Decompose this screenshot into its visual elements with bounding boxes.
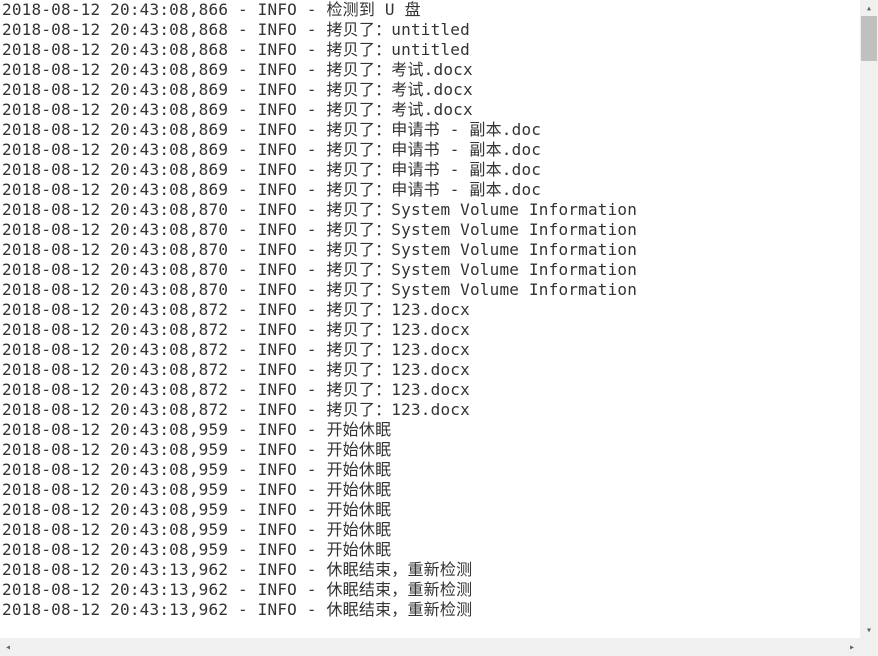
- log-line: 2018-08-12 20:43:08,959 - INFO - 开始休眠: [2, 460, 860, 480]
- log-line: 2018-08-12 20:43:08,872 - INFO - 拷贝了：123…: [2, 360, 860, 380]
- log-line: 2018-08-12 20:43:08,959 - INFO - 开始休眠: [2, 520, 860, 540]
- log-line: 2018-08-12 20:43:13,962 - INFO - 休眠结束，重新…: [2, 600, 860, 620]
- log-line: 2018-08-12 20:43:08,870 - INFO - 拷贝了：Sys…: [2, 280, 860, 300]
- log-line: 2018-08-12 20:43:08,872 - INFO - 拷贝了：123…: [2, 300, 860, 320]
- log-line: 2018-08-12 20:43:08,872 - INFO - 拷贝了：123…: [2, 380, 860, 400]
- log-line: 2018-08-12 20:43:13,962 - INFO - 休眠结束，重新…: [2, 560, 860, 580]
- log-line: 2018-08-12 20:43:13,962 - INFO - 休眠结束，重新…: [2, 580, 860, 600]
- scroll-down-arrow-icon[interactable]: ▾: [860, 622, 878, 638]
- log-line: 2018-08-12 20:43:08,870 - INFO - 拷贝了：Sys…: [2, 240, 860, 260]
- vertical-scrollbar-thumb[interactable]: [861, 16, 877, 61]
- log-line: 2018-08-12 20:43:08,959 - INFO - 开始休眠: [2, 440, 860, 460]
- log-line: 2018-08-12 20:43:08,869 - INFO - 拷贝了：申请书…: [2, 120, 860, 140]
- scrollbar-corner: [860, 638, 878, 656]
- log-line: 2018-08-12 20:43:08,872 - INFO - 拷贝了：123…: [2, 400, 860, 420]
- log-line: 2018-08-12 20:43:08,872 - INFO - 拷贝了：123…: [2, 340, 860, 360]
- log-line: 2018-08-12 20:43:08,869 - INFO - 拷贝了：申请书…: [2, 180, 860, 200]
- scroll-right-arrow-icon[interactable]: ▸: [844, 638, 860, 656]
- log-line: 2018-08-12 20:43:08,870 - INFO - 拷贝了：Sys…: [2, 260, 860, 280]
- log-lines-container: 2018-08-12 20:43:08,866 - INFO - 检测到 U 盘…: [2, 0, 860, 620]
- scroll-up-arrow-icon[interactable]: ▴: [860, 0, 878, 16]
- log-line: 2018-08-12 20:43:08,870 - INFO - 拷贝了：Sys…: [2, 220, 860, 240]
- log-line: 2018-08-12 20:43:08,959 - INFO - 开始休眠: [2, 500, 860, 520]
- log-output-area: 2018-08-12 20:43:08,866 - INFO - 检测到 U 盘…: [2, 0, 860, 636]
- log-line: 2018-08-12 20:43:08,959 - INFO - 开始休眠: [2, 420, 860, 440]
- log-line: 2018-08-12 20:43:08,869 - INFO - 拷贝了：申请书…: [2, 140, 860, 160]
- vertical-scrollbar[interactable]: ▴ ▾: [860, 0, 878, 638]
- log-line: 2018-08-12 20:43:08,869 - INFO - 拷贝了：考试.…: [2, 60, 860, 80]
- log-line: 2018-08-12 20:43:08,869 - INFO - 拷贝了：考试.…: [2, 100, 860, 120]
- log-line: 2018-08-12 20:43:08,868 - INFO - 拷贝了：unt…: [2, 20, 860, 40]
- horizontal-scrollbar[interactable]: ◂ ▸: [0, 638, 860, 656]
- log-line: 2018-08-12 20:43:08,959 - INFO - 开始休眠: [2, 540, 860, 560]
- log-line: 2018-08-12 20:43:08,868 - INFO - 拷贝了：unt…: [2, 40, 860, 60]
- scroll-left-arrow-icon[interactable]: ◂: [0, 638, 16, 656]
- log-line: 2018-08-12 20:43:08,959 - INFO - 开始休眠: [2, 480, 860, 500]
- log-line: 2018-08-12 20:43:08,869 - INFO - 拷贝了：考试.…: [2, 80, 860, 100]
- log-line: 2018-08-12 20:43:08,866 - INFO - 检测到 U 盘: [2, 0, 860, 20]
- log-line: 2018-08-12 20:43:08,869 - INFO - 拷贝了：申请书…: [2, 160, 860, 180]
- log-line: 2018-08-12 20:43:08,872 - INFO - 拷贝了：123…: [2, 320, 860, 340]
- log-line: 2018-08-12 20:43:08,870 - INFO - 拷贝了：Sys…: [2, 200, 860, 220]
